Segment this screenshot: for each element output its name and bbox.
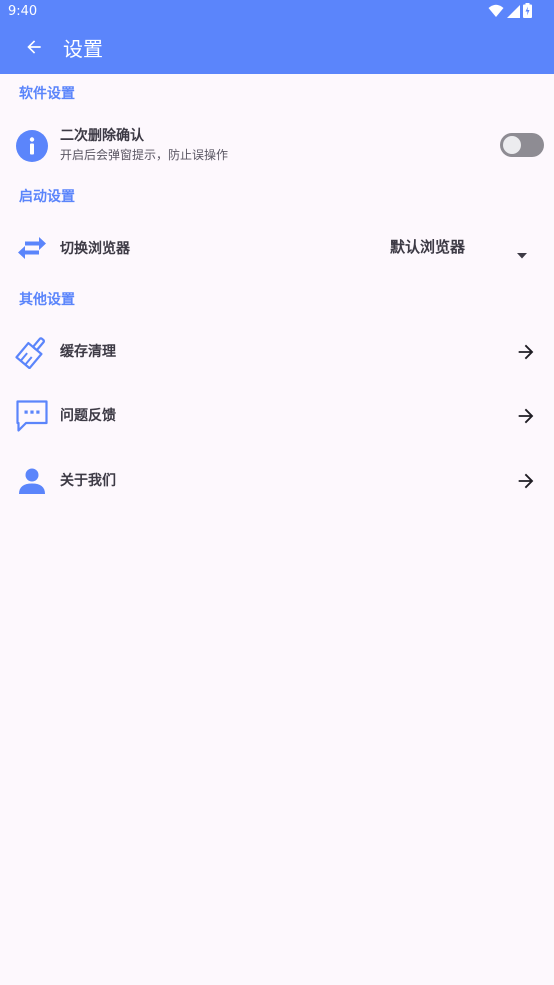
arrow-back-icon [24,37,44,61]
setting-title: 关于我们 [60,473,116,489]
section-header-other: 其他设置 [19,292,75,308]
swap-horizontal-icon [14,230,50,266]
wifi-icon [488,3,504,22]
section-header-startup: 启动设置 [19,189,75,205]
arrow-forward-icon[interactable] [512,467,540,495]
broom-icon [14,334,50,370]
setting-title: 问题反馈 [60,408,116,424]
battery-charging-icon [523,2,532,22]
signal-icon [507,3,520,22]
status-bar: 9:40 [0,0,554,24]
setting-row-about[interactable]: 关于我们 [0,453,554,509]
dropdown-arrow-icon [517,244,527,259]
chat-dots-icon [14,398,50,434]
section-header-software: 软件设置 [19,86,75,102]
toggle-knob [503,136,521,154]
status-icons [488,2,532,22]
setting-subtitle: 开启后会弹窗提示，防止误操作 [60,148,229,162]
setting-title: 切换浏览器 [60,241,130,257]
browser-select-value: 默认浏览器 [390,238,466,256]
setting-row-clear-cache[interactable]: 缓存清理 [0,324,554,380]
setting-row-switch-browser[interactable]: 切换浏览器 默认浏览器 [0,222,554,274]
page-title: 设置 [63,37,103,61]
app-bar: 设置 [0,24,554,74]
browser-select[interactable]: 默认浏览器 [390,232,540,262]
setting-row-double-delete-confirm[interactable]: 二次删除确认 开启后会弹窗提示，防止误操作 [0,118,554,174]
info-icon [14,128,50,164]
back-button[interactable] [14,29,54,69]
arrow-forward-icon[interactable] [512,338,540,366]
setting-title: 二次删除确认 [60,128,144,144]
setting-title: 缓存清理 [60,344,116,360]
person-icon [14,463,50,499]
setting-row-feedback[interactable]: 问题反馈 [0,388,554,446]
status-time: 9:40 [8,4,38,19]
arrow-forward-icon[interactable] [512,402,540,430]
double-delete-confirm-toggle[interactable] [500,133,544,157]
